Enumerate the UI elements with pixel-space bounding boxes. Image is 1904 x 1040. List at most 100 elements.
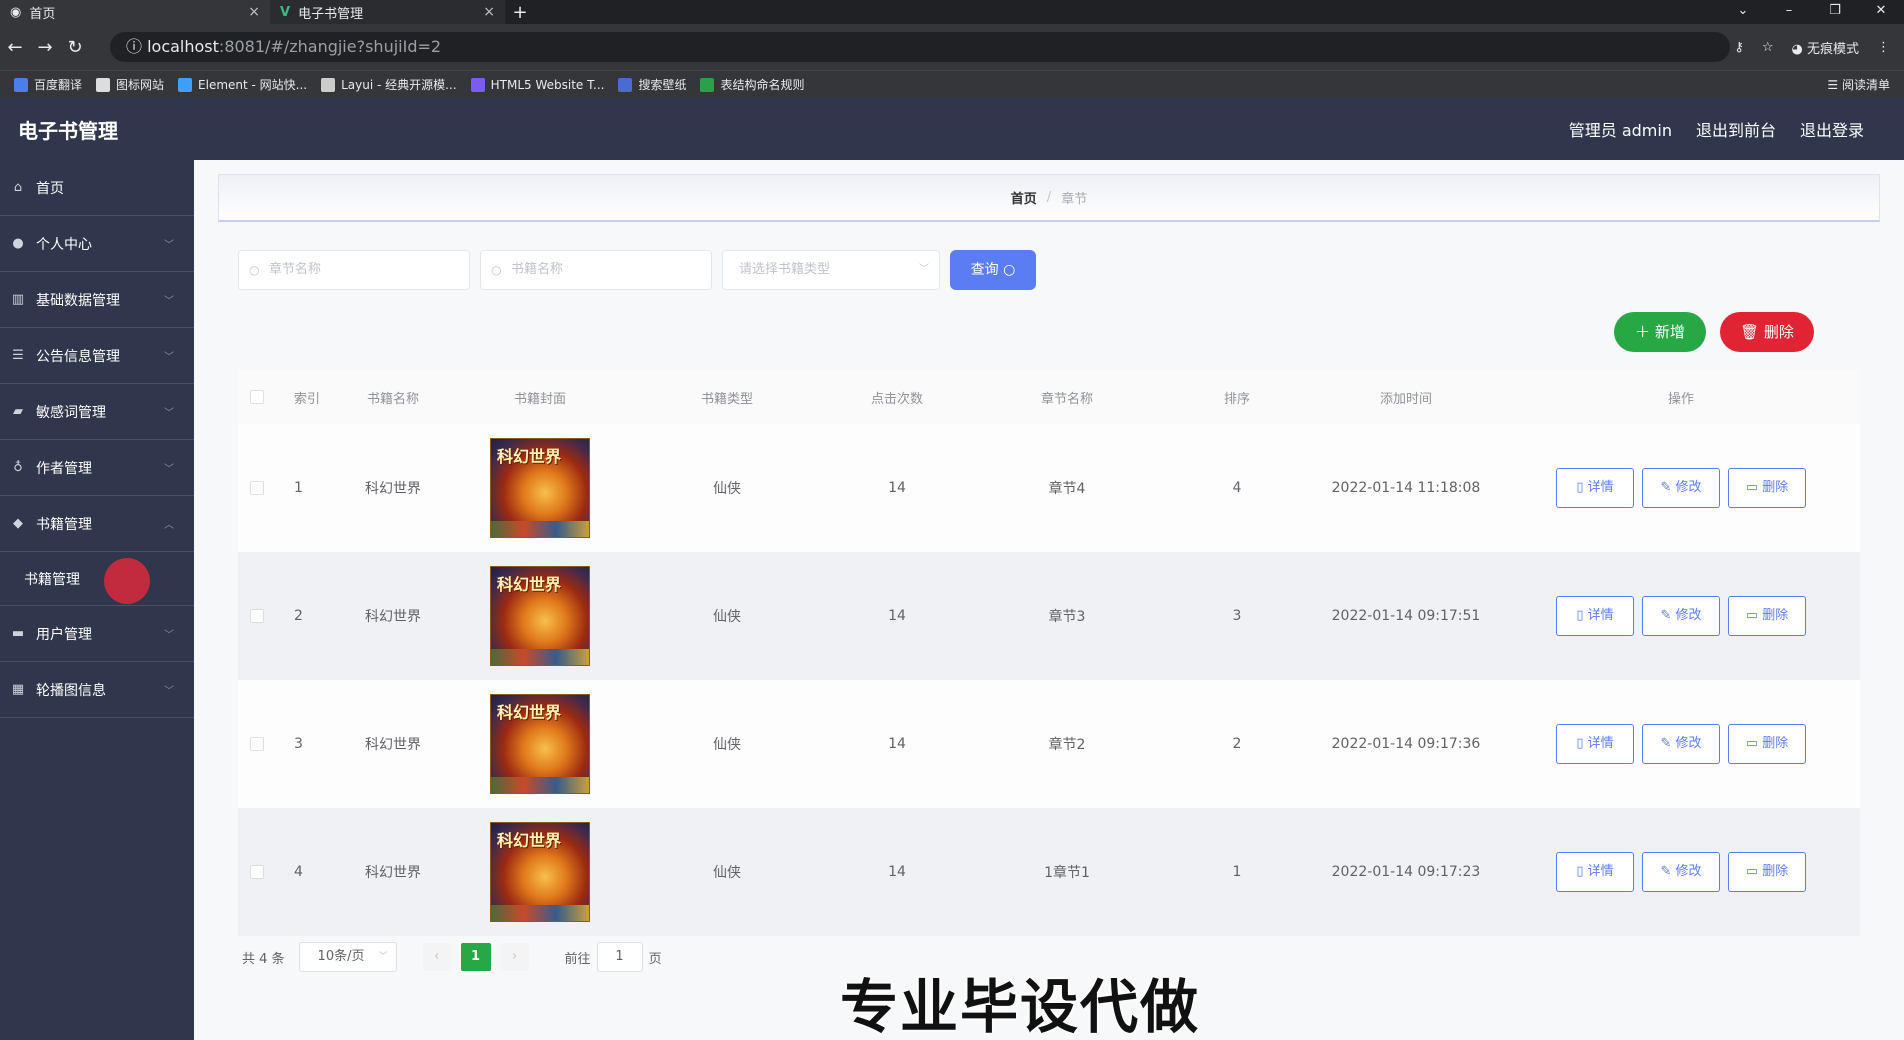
table-row: 1 科幻世界 科幻世界 仙侠 14 章节4 4 2022-01-14 11:18… bbox=[238, 424, 1860, 552]
chapter-name-input[interactable]: ○ 章节名称 bbox=[238, 250, 470, 290]
next-page-button[interactable]: › bbox=[500, 943, 529, 971]
book-type-select[interactable]: 请选择书籍类型 ﹀ bbox=[722, 250, 940, 290]
bookmark-label: HTML5 Website T... bbox=[490, 77, 605, 92]
browser-tab-ebook[interactable]: V 电子书管理 × bbox=[270, 0, 505, 24]
edit-button[interactable]: ✎ 修改 bbox=[1642, 724, 1720, 764]
bookmark-item[interactable]: 百度翻译 bbox=[14, 76, 82, 93]
add-button[interactable]: ＋ 新增 bbox=[1614, 312, 1706, 352]
logout-link[interactable]: 退出登录 bbox=[1800, 117, 1864, 141]
query-label: 查询 bbox=[970, 262, 999, 278]
select-all-checkbox[interactable] bbox=[250, 390, 264, 404]
sidebar-item-users[interactable]: ▬ 用户管理 ﹀ bbox=[0, 606, 194, 662]
sidebar-item-notice[interactable]: ☰ 公告信息管理 ﹀ bbox=[0, 328, 194, 384]
trash-icon: ▭ bbox=[1745, 608, 1763, 623]
detail-button[interactable]: ▯ 详情 bbox=[1556, 468, 1634, 508]
detail-button[interactable]: ▯ 详情 bbox=[1556, 724, 1634, 764]
tab-search-icon[interactable]: ⌄ bbox=[1720, 0, 1766, 24]
sidebar-item-carousel[interactable]: ▦ 轮播图信息 ﹀ bbox=[0, 662, 194, 718]
more-icon[interactable]: ⋮ bbox=[1877, 40, 1890, 55]
col-ops: 操作 bbox=[1667, 391, 1694, 407]
sidebar-item-label: 个人中心 bbox=[36, 236, 92, 253]
cover-band bbox=[491, 521, 589, 537]
wallpaper-icon bbox=[618, 77, 633, 92]
minimize-icon[interactable]: – bbox=[1766, 0, 1812, 24]
tab-close-icon[interactable]: × bbox=[248, 4, 260, 20]
sidebar-item-basic-data[interactable]: ▥ 基础数据管理 ﹀ bbox=[0, 272, 194, 328]
row-delete-button[interactable]: ▭ 删除 bbox=[1728, 852, 1806, 892]
sidebar-subitem-books[interactable]: 书籍管理 bbox=[0, 552, 194, 606]
bookmark-label: Element - 网站快... bbox=[198, 78, 308, 92]
edit-button[interactable]: ✎ 修改 bbox=[1642, 468, 1720, 508]
exit-to-front-link[interactable]: 退出到前台 bbox=[1696, 117, 1776, 141]
sidebar-item-label: 轮播图信息 bbox=[36, 682, 106, 699]
page-size-select[interactable]: 10条/页 ﹀ bbox=[298, 942, 397, 972]
key-icon[interactable]: ⚷ bbox=[1734, 40, 1744, 55]
address-bar: ← → ↻ ⓘ localhost:8081/#/zhangjie?shujiI… bbox=[0, 24, 1904, 70]
current-page[interactable]: 1 bbox=[460, 943, 491, 971]
sidebar-item-sensitive-words[interactable]: ▰ 敏感词管理 ﹀ bbox=[0, 384, 194, 440]
detail-button[interactable]: ▯ 详情 bbox=[1556, 852, 1634, 892]
tab-close-icon[interactable]: × bbox=[483, 4, 495, 20]
reading-list-icon: ☰ bbox=[1827, 78, 1842, 92]
row-book-name: 科幻世界 bbox=[365, 865, 421, 881]
row-checkbox[interactable] bbox=[250, 481, 264, 495]
row-checkbox[interactable] bbox=[250, 737, 264, 751]
admin-user: 管理员 admin bbox=[1568, 121, 1672, 140]
restore-icon[interactable]: ❐ bbox=[1812, 0, 1858, 24]
bookmark-item[interactable]: 搜索壁纸 bbox=[618, 76, 686, 93]
detail-button[interactable]: ▯ 详情 bbox=[1556, 596, 1634, 636]
table-row: 2 科幻世界 科幻世界 仙侠 14 章节3 3 2022-01-14 09:17… bbox=[238, 552, 1860, 680]
bookmark-item[interactable]: Element - 网站快... bbox=[178, 76, 307, 93]
bookmark-icon bbox=[14, 77, 28, 92]
row-delete-button[interactable]: ▭ 删除 bbox=[1728, 596, 1806, 636]
edit-button[interactable]: ✎ 修改 bbox=[1642, 852, 1720, 892]
row-checkbox[interactable] bbox=[250, 609, 264, 623]
batch-delete-button[interactable]: 🗑 删除 bbox=[1720, 312, 1814, 352]
browser-tab-home[interactable]: ◉ 首页 × bbox=[0, 0, 270, 24]
search-icon: ○ bbox=[249, 263, 260, 277]
bookmark-item[interactable]: Layui - 经典开源模... bbox=[321, 76, 457, 93]
sidebar-item-label: 书籍管理 bbox=[36, 516, 92, 533]
sidebar-item-home[interactable]: ⌂ 首页 bbox=[0, 160, 194, 216]
book-name-input[interactable]: ○ 书籍名称 bbox=[480, 250, 712, 290]
row-actions: ▯ 详情 ✎ 修改 ▭ 删除 bbox=[1502, 596, 1860, 636]
delete-label: 删除 bbox=[1763, 323, 1794, 341]
prev-page-button[interactable]: ‹ bbox=[422, 943, 451, 971]
star-icon[interactable]: ☆ bbox=[1762, 40, 1774, 55]
sidebar-item-label: 用户管理 bbox=[36, 626, 92, 643]
row-checkbox[interactable] bbox=[250, 865, 264, 879]
chevron-up-icon: ︿ bbox=[164, 520, 174, 531]
goto-page-input[interactable]: 1 bbox=[596, 942, 643, 972]
query-button[interactable]: 查询 ○ bbox=[950, 250, 1036, 290]
row-index: 1 bbox=[294, 480, 303, 496]
row-delete-button[interactable]: ▭ 删除 bbox=[1728, 468, 1806, 508]
row-cover-cell: 科幻世界 bbox=[450, 438, 630, 538]
back-icon[interactable]: ← bbox=[0, 37, 30, 58]
bookmark-item[interactable]: 图标网站 bbox=[96, 76, 164, 93]
col-type: 书籍类型 bbox=[700, 391, 753, 407]
breadcrumb-home[interactable]: 首页 bbox=[1011, 188, 1037, 207]
browser-tabbar: ◉ 首页 × V 电子书管理 × + ⌄ – ❐ ✕ bbox=[0, 0, 1904, 24]
row-chapter: 章节4 bbox=[1048, 481, 1086, 497]
forward-icon[interactable]: → bbox=[30, 37, 60, 58]
cover-band bbox=[491, 905, 589, 921]
reload-icon[interactable]: ↻ bbox=[60, 37, 90, 58]
bookmark-item[interactable]: 表结构命名规则 bbox=[700, 76, 804, 93]
bookmark-item[interactable]: HTML5 Website T... bbox=[470, 77, 605, 92]
row-delete-button[interactable]: ▭ 删除 bbox=[1728, 724, 1806, 764]
sidebar-item-profile[interactable]: ● 个人中心 ﹀ bbox=[0, 216, 194, 272]
incognito-profile[interactable]: ◕ 无痕模式 bbox=[1792, 38, 1860, 57]
new-tab-button[interactable]: + bbox=[505, 2, 535, 23]
row-select-cell bbox=[238, 865, 276, 879]
row-sort: 1 bbox=[1232, 864, 1242, 880]
url-field[interactable]: ⓘ localhost:8081/#/zhangjie?shujiId=2 bbox=[110, 32, 1730, 62]
reading-list[interactable]: ☰ 阅读清单 bbox=[1827, 76, 1890, 93]
page-size-label: 10条/页 bbox=[317, 949, 365, 964]
row-book-name: 科幻世界 bbox=[365, 737, 421, 753]
edit-button[interactable]: ✎ 修改 bbox=[1642, 596, 1720, 636]
tab-title: 首页 bbox=[29, 6, 56, 22]
sidebar-item-books[interactable]: ◆ 书籍管理 ︿ bbox=[0, 496, 194, 552]
close-window-icon[interactable]: ✕ bbox=[1858, 0, 1904, 24]
row-type: 仙侠 bbox=[713, 737, 741, 753]
sidebar-item-author[interactable]: ♁ 作者管理 ﹀ bbox=[0, 440, 194, 496]
